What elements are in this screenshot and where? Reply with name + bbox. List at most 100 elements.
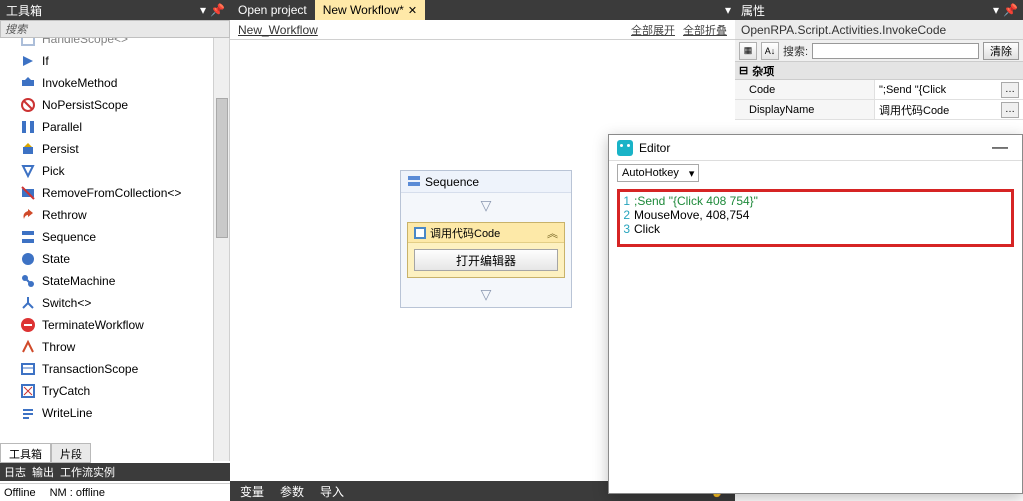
activity-icon xyxy=(20,38,36,47)
logs-tab-instances[interactable]: 工作流实例 xyxy=(60,464,115,480)
categorize-icon[interactable]: ▦ xyxy=(739,42,757,60)
editor-title: Editor xyxy=(639,141,986,155)
properties-category-row[interactable]: ⊟ 杂项 xyxy=(735,62,1023,80)
toolbox-title-bar: 工具箱 ▾ 📌 xyxy=(0,0,230,20)
code-line[interactable]: 1;Send "{Click 408 754}" xyxy=(620,194,1011,208)
properties-pin-icon[interactable]: 📌 xyxy=(1003,3,1017,17)
invoke-code-header[interactable]: 调用代码Code ︽ xyxy=(408,223,564,243)
properties-clear-button[interactable]: 清除 xyxy=(983,42,1019,60)
toolbox-item-label: TransactionScope xyxy=(42,362,138,376)
property-value[interactable]: 调用代码Code… xyxy=(875,100,1023,119)
editor-titlebar[interactable]: Editor — xyxy=(609,135,1022,161)
toolbox-item-label: TerminateWorkflow xyxy=(42,318,144,332)
toolbox-item[interactable]: NoPersistScope xyxy=(0,94,229,116)
left-bottom-tabs: 工具箱 片段 xyxy=(0,443,230,463)
pin-icon[interactable]: 📌 xyxy=(210,3,224,17)
tabs-overflow-icon[interactable]: ▾ xyxy=(725,3,735,17)
properties-search-input[interactable] xyxy=(812,43,979,59)
toolbox-scrollbar[interactable] xyxy=(213,38,229,461)
footer-imports[interactable]: 导入 xyxy=(320,483,344,500)
tab-open-project[interactable]: Open project xyxy=(230,0,315,20)
toolbox-item-label: State xyxy=(42,252,70,266)
toolbox-item[interactable]: TransactionScope xyxy=(0,358,229,380)
tab-new-workflow-label: New Workflow* xyxy=(323,3,404,17)
breadcrumb-bar: New_Workflow 全部展开 全部折叠 xyxy=(230,20,735,40)
activity-icon xyxy=(20,405,36,421)
language-combo-label: AutoHotkey xyxy=(622,167,679,179)
activity-icon xyxy=(20,75,36,91)
toolbox-search-placeholder: 搜索 xyxy=(5,21,27,37)
tab-new-workflow[interactable]: New Workflow* ✕ xyxy=(315,0,425,20)
properties-title: 属性 xyxy=(741,2,765,19)
footer-arguments[interactable]: 参数 xyxy=(280,483,304,500)
breadcrumb[interactable]: New_Workflow xyxy=(238,23,318,37)
editor-toolbar: AutoHotkey ▾ xyxy=(609,161,1022,185)
toolbox-item-label: Pick xyxy=(42,164,65,178)
sequence-header[interactable]: Sequence xyxy=(401,171,571,193)
code-editor-window[interactable]: Editor — AutoHotkey ▾ 1;Send "{Click 408… xyxy=(608,134,1023,494)
editor-minimize-icon[interactable]: — xyxy=(986,139,1014,157)
toolbox-scroll-thumb[interactable] xyxy=(216,98,228,238)
open-editor-button[interactable]: 打开编辑器 xyxy=(414,249,558,271)
tab-close-icon[interactable]: ✕ xyxy=(408,4,417,17)
property-ellipsis-button[interactable]: … xyxy=(1001,82,1019,98)
toolbox-item-label: Persist xyxy=(42,142,79,156)
toolbox-item[interactable]: TryCatch xyxy=(0,380,229,402)
toolbox-item-label: WriteLine xyxy=(42,406,92,420)
invoke-code-activity[interactable]: 调用代码Code ︽ 打开编辑器 xyxy=(407,222,565,278)
category-collapse-icon[interactable]: ⊟ xyxy=(739,64,748,77)
properties-search-label: 搜索: xyxy=(783,43,808,59)
invoke-code-icon xyxy=(414,227,426,239)
collapse-all-link[interactable]: 全部折叠 xyxy=(683,22,727,38)
toolbox-item[interactable]: Switch<> xyxy=(0,292,229,314)
sort-az-icon[interactable]: A↓ xyxy=(761,42,779,60)
toolbox-item[interactable]: InvokeMethod xyxy=(0,72,229,94)
activity-icon xyxy=(20,207,36,223)
property-row[interactable]: DisplayName调用代码Code… xyxy=(735,100,1023,120)
logs-tab-log[interactable]: 日志 xyxy=(4,464,26,480)
document-tabs: Open project New Workflow* ✕ ▾ xyxy=(230,0,735,20)
line-number: 3 xyxy=(620,222,634,236)
line-number: 1 xyxy=(620,194,634,208)
activity-icon xyxy=(20,251,36,267)
toolbox-item[interactable]: State xyxy=(0,248,229,270)
toolbox-item[interactable]: RemoveFromCollection<> xyxy=(0,182,229,204)
drop-target-top[interactable]: ▽ xyxy=(401,193,571,218)
toolbox-item[interactable]: StateMachine xyxy=(0,270,229,292)
toolbox-item-label: If xyxy=(42,54,49,68)
properties-menu-icon[interactable]: ▾ xyxy=(989,3,1003,17)
invoke-code-label: 调用代码Code xyxy=(430,225,500,241)
footer-variables[interactable]: 变量 xyxy=(240,483,264,500)
property-row[interactable]: Code";Send "{Click… xyxy=(735,80,1023,100)
property-ellipsis-button[interactable]: … xyxy=(1001,102,1019,118)
toolbox-item[interactable]: WriteLine xyxy=(0,402,229,424)
toolbox-item[interactable]: Rethrow xyxy=(0,204,229,226)
toolbox-item[interactable]: Pick xyxy=(0,160,229,182)
expand-all-link[interactable]: 全部展开 xyxy=(631,22,675,38)
sequence-icon xyxy=(407,175,421,189)
collapse-icon[interactable]: ︽ xyxy=(547,225,558,241)
toolbox-item[interactable]: Throw xyxy=(0,336,229,358)
code-line[interactable]: 3Click xyxy=(620,222,1011,236)
toolbox-item[interactable]: Persist xyxy=(0,138,229,160)
property-value[interactable]: ";Send "{Click… xyxy=(875,80,1023,99)
status-nm: NM : offline xyxy=(50,487,105,499)
code-line[interactable]: 2MouseMove, 408,754 xyxy=(620,208,1011,222)
logs-tab-output[interactable]: 输出 xyxy=(32,464,54,480)
toolbox-item[interactable]: Parallel xyxy=(0,116,229,138)
toolbox-item[interactable]: If xyxy=(0,50,229,72)
toolbox-item[interactable]: TerminateWorkflow xyxy=(0,314,229,336)
properties-classname: OpenRPA.Script.Activities.InvokeCode xyxy=(735,20,1023,40)
language-combo[interactable]: AutoHotkey ▾ xyxy=(617,164,699,182)
toolbox-menu-icon[interactable]: ▾ xyxy=(196,3,210,17)
code-editor-area[interactable]: 1;Send "{Click 408 754}"2MouseMove, 408,… xyxy=(617,189,1014,247)
tab-toolbox[interactable]: 工具箱 xyxy=(0,443,51,463)
toolbox-item[interactable]: Sequence xyxy=(0,226,229,248)
drop-target-bottom[interactable]: ▽ xyxy=(401,282,571,307)
toolbox-item[interactable]: HandleScope<> xyxy=(0,38,229,50)
activity-icon xyxy=(20,141,36,157)
toolbox-search-row[interactable]: 搜索 xyxy=(0,20,230,38)
tab-snippets[interactable]: 片段 xyxy=(51,443,91,463)
sequence-activity[interactable]: Sequence ▽ 调用代码Code ︽ 打开编辑器 ▽ xyxy=(400,170,572,308)
toolbox-item-label: Sequence xyxy=(42,230,96,244)
